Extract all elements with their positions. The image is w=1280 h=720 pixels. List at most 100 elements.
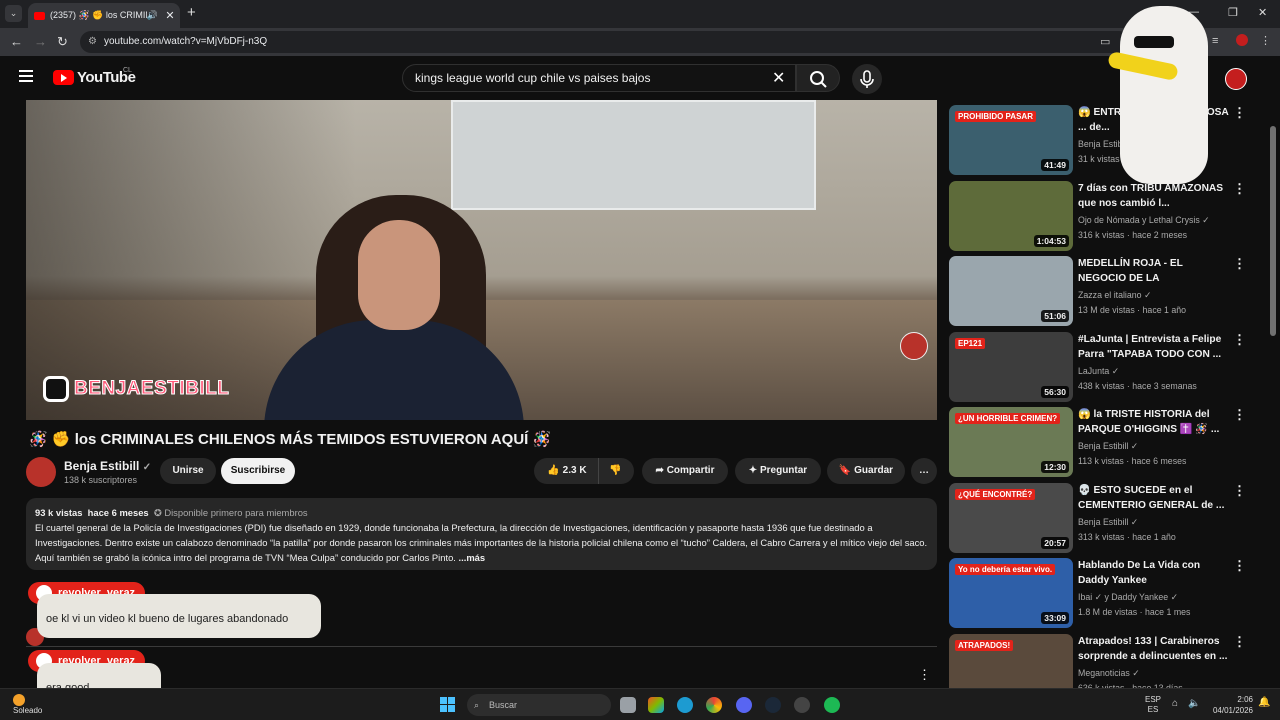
more-options-icon[interactable]: ⋮ (1233, 558, 1246, 574)
more-options-icon[interactable]: ⋮ (1233, 332, 1246, 348)
steam-icon[interactable] (765, 697, 781, 713)
weather-widget[interactable]: Soleado (13, 694, 42, 715)
watermark-text: BENJAESTIBILL (73, 378, 230, 400)
forward-icon[interactable]: → (34, 34, 47, 49)
close-tab-icon[interactable]: ✕ (164, 9, 176, 22)
restore-icon[interactable]: ❐ (1228, 6, 1238, 19)
recommended-video[interactable]: 51:06 MEDELLÍN ROJA - EL NEGOCIO DE LA PR… (949, 256, 1259, 326)
thumbnail-tag: ¿UN HORRIBLE CRIMEN? (955, 413, 1061, 424)
recommended-title[interactable]: 💀 ESTO SUCEDE en el CEMENTERIO GENERAL d… (1078, 483, 1230, 513)
youtube-logo[interactable]: YouTube CL (53, 67, 136, 86)
more-options-icon[interactable]: ⋮ (1233, 105, 1246, 121)
browser-menu-icon[interactable]: ⋮ (1260, 34, 1271, 47)
recommended-title[interactable]: 😱 la TRISTE HISTORIA del PARQUE O'HIGGIN… (1078, 407, 1230, 437)
network-icon[interactable]: ⌂ (1172, 698, 1178, 709)
more-options-icon[interactable]: ⋮ (1233, 256, 1246, 272)
scrollbar[interactable] (1270, 126, 1276, 336)
notification-icon[interactable]: 🔔 (1258, 697, 1270, 708)
instagram-watermark: BENJAESTIBILL (43, 376, 229, 402)
video-thumbnail[interactable]: Yo no debería estar vivo. 33:09 (949, 558, 1073, 628)
channel-watermark[interactable] (900, 332, 928, 360)
tab-search-button[interactable]: ⌄ (5, 5, 22, 22)
more-options-icon[interactable]: ⋮ (1233, 181, 1246, 197)
video-duration: 41:49 (1041, 159, 1069, 171)
recommended-title[interactable]: Atrapados! 133 | Carabineros sorprende a… (1078, 634, 1230, 664)
site-info-icon[interactable]: ⚙ (88, 31, 97, 53)
recommended-video[interactable]: EP121 56:30 #LaJunta | Entrevista a Felipe… (949, 331, 1259, 402)
comment-menu-icon[interactable]: ⋮ (918, 667, 931, 683)
share-button[interactable]: ➦ Compartir (642, 458, 728, 484)
system-clock[interactable]: 2:06 04/01/2026 (1205, 694, 1253, 716)
recommended-channel[interactable]: Benja Estibill ✓ (1078, 517, 1138, 528)
reload-icon[interactable]: ↻ (57, 34, 68, 50)
obs-icon[interactable] (794, 697, 810, 713)
recommended-channel[interactable]: Ojo de Nómada y Lethal Crysis ✓ (1078, 215, 1210, 226)
back-icon[interactable]: ← (10, 34, 23, 49)
ask-button[interactable]: ✦ Preguntar (735, 458, 821, 484)
recommended-video[interactable]: ¿UN HORRIBLE CRIMEN? 12:30 😱 la TRISTE HIS… (949, 407, 1259, 477)
more-actions-button[interactable]: … (911, 458, 937, 484)
taskbar-search[interactable]: ⌕ Buscar (467, 694, 611, 716)
profile-icon[interactable] (1236, 34, 1248, 46)
language-indicator[interactable]: ESP ES (1145, 695, 1161, 715)
channel-name[interactable]: Benja Estibill ✓ (64, 459, 151, 473)
clear-search-icon[interactable]: ✕ (772, 68, 785, 88)
video-thumbnail[interactable]: ¿QUÉ ENCONTRÉ? 20:57 (949, 482, 1073, 553)
more-options-icon[interactable]: ⋮ (1233, 483, 1246, 499)
like-button[interactable]: 👍 2.3 K (536, 458, 598, 484)
video-thumbnail[interactable]: ¿UN HORRIBLE CRIMEN? 12:30 (949, 407, 1073, 477)
lang-text: ESP (1145, 695, 1162, 704)
description-box[interactable]: 93 k vistas hace 6 meses ✪ Disponible pr… (26, 498, 937, 570)
account-avatar[interactable] (1225, 68, 1247, 90)
copilot-icon[interactable] (648, 697, 664, 713)
volume-icon[interactable]: 🔈 (1188, 698, 1200, 709)
more-options-icon[interactable]: ⋮ (1233, 407, 1246, 423)
video-thumbnail[interactable]: 1:04:53 (949, 180, 1073, 251)
dislike-button[interactable]: 👎 (598, 458, 632, 484)
recommended-video[interactable]: PROHIBIDO PASAR41:49😱 ENTRÉ... MÁS TENEB… (949, 105, 1259, 175)
recommended-title[interactable]: Hablando De La Vida con Daddy Yankee (1078, 558, 1230, 588)
save-button[interactable]: 🔖 Guardar (827, 458, 905, 484)
discord-icon[interactable] (736, 697, 752, 713)
video-duration: 1:04:53 (1033, 234, 1069, 247)
recommended-video[interactable]: 1:04:53 7 días con TRIBU AMAZONAS que nos… (949, 180, 1259, 251)
verified-icon: ✓ (142, 462, 152, 473)
subscribe-button[interactable]: Suscribirse (221, 458, 295, 484)
more-options-icon[interactable]: ⋮ (1233, 634, 1246, 650)
recommended-video[interactable]: Yo no debería estar vivo. 33:09 Hablando D… (949, 558, 1259, 628)
recommended-channel[interactable]: Meganoticias ✓ (1078, 668, 1140, 679)
menu-icon[interactable] (19, 70, 33, 82)
recommended-channel[interactable]: LaJunta ✓ (1078, 366, 1119, 377)
new-tab-button[interactable]: + (187, 4, 196, 21)
chrome-icon[interactable] (706, 697, 722, 713)
spotify-icon[interactable] (824, 697, 840, 713)
recommended-title[interactable]: #LaJunta | Entrevista a Felipe Parra "TA… (1078, 332, 1230, 362)
close-window-icon[interactable]: ✕ (1258, 6, 1267, 19)
video-thumbnail[interactable]: EP121 56:30 (949, 331, 1073, 402)
search-button[interactable] (796, 64, 840, 92)
media-icon[interactable]: ≡ (1212, 35, 1218, 47)
task-view-icon[interactable] (620, 697, 636, 713)
join-button[interactable]: Unirse (160, 458, 216, 484)
video-player[interactable]: BENJAESTIBILL (26, 100, 937, 420)
video-thumbnail[interactable]: 51:06 (949, 256, 1073, 326)
start-button[interactable] (440, 697, 456, 713)
channel-avatar[interactable] (26, 457, 56, 487)
thumbnail-tag: ATRAPADOS! (955, 639, 1014, 651)
recommended-title[interactable]: MEDELLÍN ROJA - EL NEGOCIO DE LA PROSTIT… (1078, 256, 1230, 286)
recommended-channel[interactable]: Benja Estibill ✓ (1078, 441, 1138, 452)
recommended-meta: 313 k vistas · hace 1 año (1078, 531, 1176, 542)
cast-icon[interactable]: ▭ (1100, 35, 1110, 48)
voice-search-button[interactable] (852, 64, 882, 94)
show-more-link[interactable]: ...más (459, 552, 486, 563)
video-thumbnail[interactable]: PROHIBIDO PASAR 41:49 (949, 105, 1073, 175)
recommended-video[interactable]: ¿QUÉ ENCONTRÉ? 20:57 💀 ESTO SUCEDE en el C… (949, 482, 1259, 553)
edge-icon[interactable] (677, 697, 693, 713)
speaker-icon[interactable]: 🔊 (147, 10, 158, 21)
search-input[interactable]: kings league world cup chile vs paises b… (402, 64, 796, 92)
address-bar[interactable]: ⚙ youtube.com/watch?v=MjVbDFj-n3Q (80, 31, 1130, 53)
recommended-channel[interactable]: Zazza el italiano ✓ (1078, 290, 1151, 301)
lang2-text: ES (1147, 705, 1159, 714)
recommended-channel[interactable]: Ibai ✓ y Daddy Yankee ✓ (1078, 592, 1178, 603)
browser-tab[interactable]: (2357) 🪅 ✊ los CRIMINALE 🔊 ✕ (28, 3, 180, 28)
